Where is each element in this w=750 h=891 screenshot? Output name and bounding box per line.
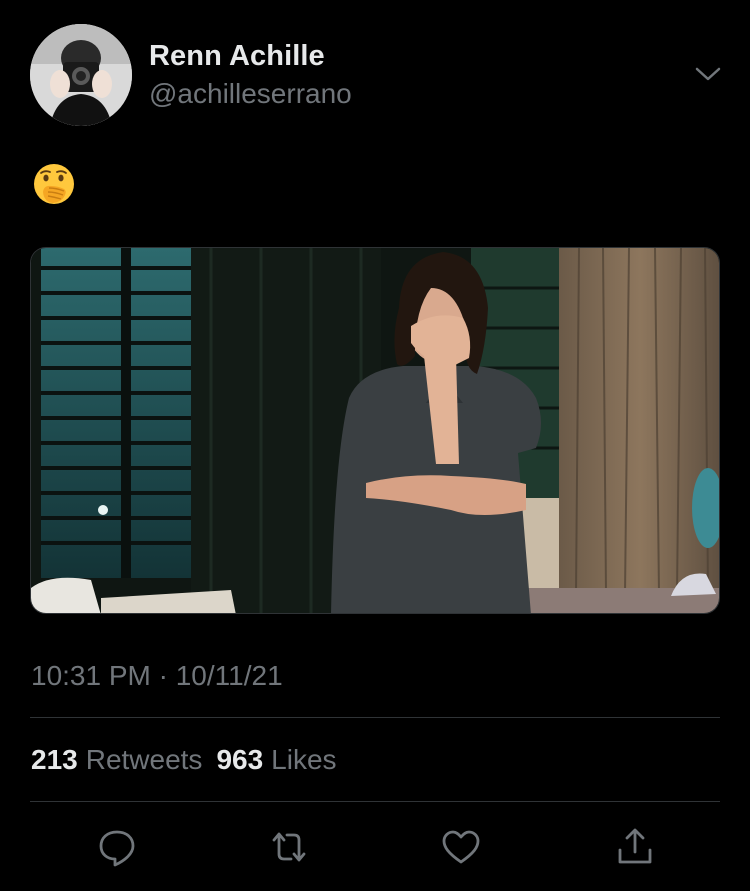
likes-count: 963 [216,744,264,775]
avatar-photo [30,24,132,126]
retweets-count: 213 [31,744,78,775]
reply-icon[interactable] [96,826,138,868]
face-with-hand-over-mouth-icon [31,162,77,208]
share-icon[interactable] [614,826,656,868]
divider-bottom [30,801,720,802]
retweets-stat[interactable]: 213 Retweets [31,744,216,775]
likes-label: Likes [271,744,337,775]
author-avatar[interactable] [30,24,132,126]
tweet-timestamp[interactable]: 10:31 PM · 10/11/21 [31,660,283,692]
like-icon[interactable] [440,826,482,868]
chevron-down-icon[interactable] [692,62,724,86]
likes-stat[interactable]: 963 Likes [216,744,350,775]
tweet-actions [0,826,750,868]
author-handle[interactable]: @achilleserrano [149,78,352,110]
retweet-icon[interactable] [268,826,310,868]
author-display-name[interactable]: Renn Achille [149,40,325,73]
tweet-media-photo[interactable] [30,247,720,614]
tweet-stats: 213 Retweets 963 Likes [31,744,351,776]
retweets-label: Retweets [85,744,203,775]
divider-top [30,717,720,718]
